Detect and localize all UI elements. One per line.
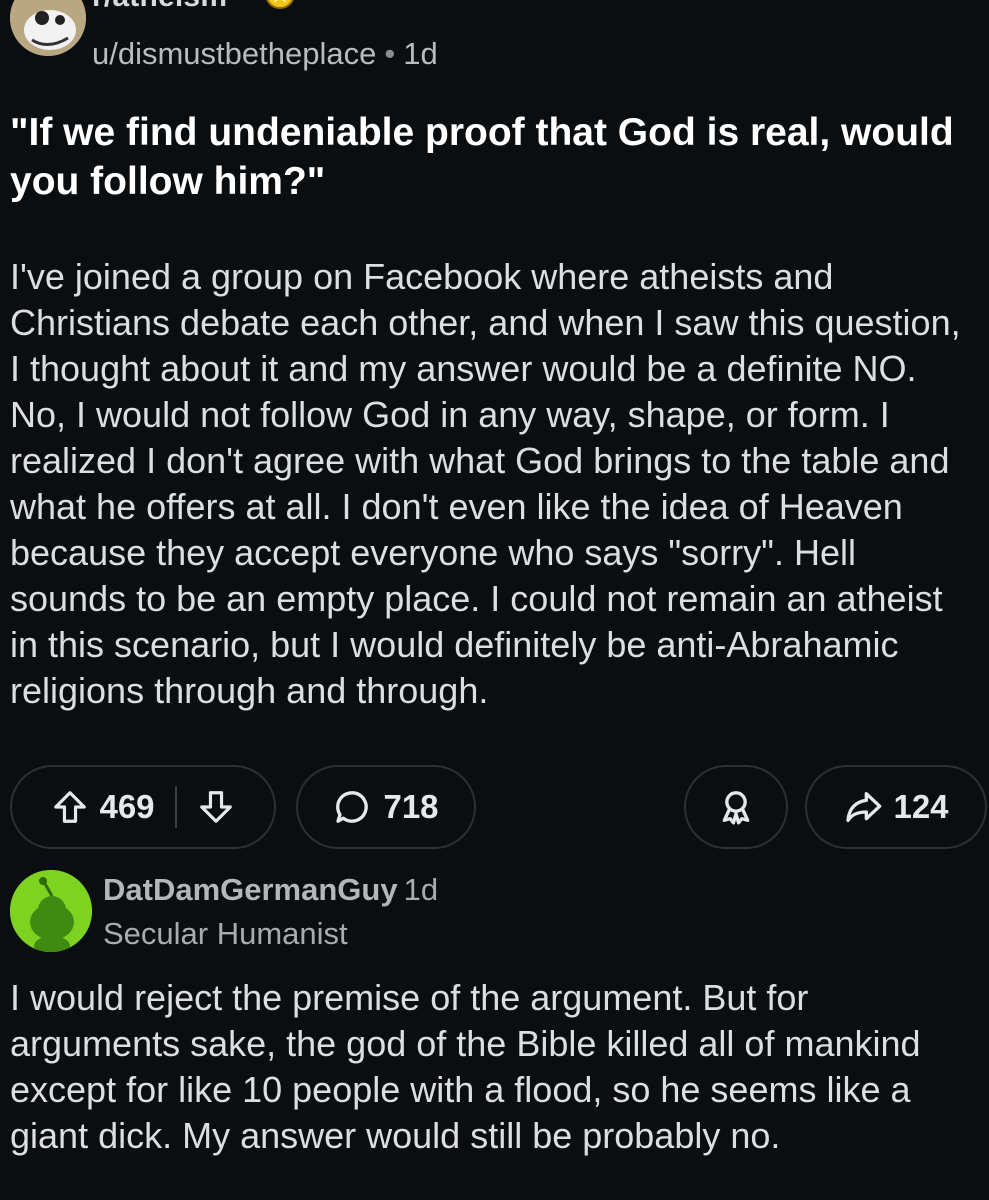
share-icon [843, 787, 883, 827]
arrow-up-icon[interactable] [51, 788, 89, 826]
user-flair: Secular Humanist [103, 916, 348, 951]
post-author[interactable]: u/dismustbetheplace [92, 36, 376, 71]
post-author-line: u/dismustbetheplace • 1d [92, 36, 438, 72]
share-count: 124 [893, 788, 949, 825]
avatar[interactable] [10, 870, 92, 952]
vote-control: 469 [10, 765, 276, 849]
subreddit-avatar[interactable] [10, 0, 86, 56]
comment-time: 1d [403, 872, 439, 907]
post-time: 1d [403, 36, 438, 71]
comment-bubble-icon [333, 787, 373, 827]
comment-author[interactable]: DatDamGermanGuy [103, 872, 398, 907]
subreddit-name[interactable]: r/atheism [92, 0, 227, 14]
post-body: I've joined a group on Facebook where at… [10, 256, 961, 711]
separator-dot: • [384, 36, 396, 71]
comment-author-line: DatDamGermanGuy 1d [103, 872, 438, 908]
vote-divider [174, 786, 177, 828]
comments-button[interactable]: 718 [296, 765, 476, 849]
snoo-avatar-icon [10, 870, 92, 952]
subreddit-avatar-icon [10, 0, 86, 56]
upvote-count: 469 [99, 788, 155, 825]
comment-count: 718 [383, 788, 439, 825]
award-icon [716, 787, 756, 827]
comment-body: I would reject the premise of the argume… [10, 977, 921, 1156]
post-title[interactable]: "If we find undeniable proof that God is… [10, 108, 970, 206]
award-button[interactable] [684, 765, 788, 849]
share-button[interactable]: 124 [805, 765, 987, 849]
post-header: r/atheism u/dismustbetheplace•1d [10, 0, 970, 80]
arrow-down-icon[interactable] [197, 788, 235, 826]
gold-star-badge-icon [262, 0, 298, 16]
